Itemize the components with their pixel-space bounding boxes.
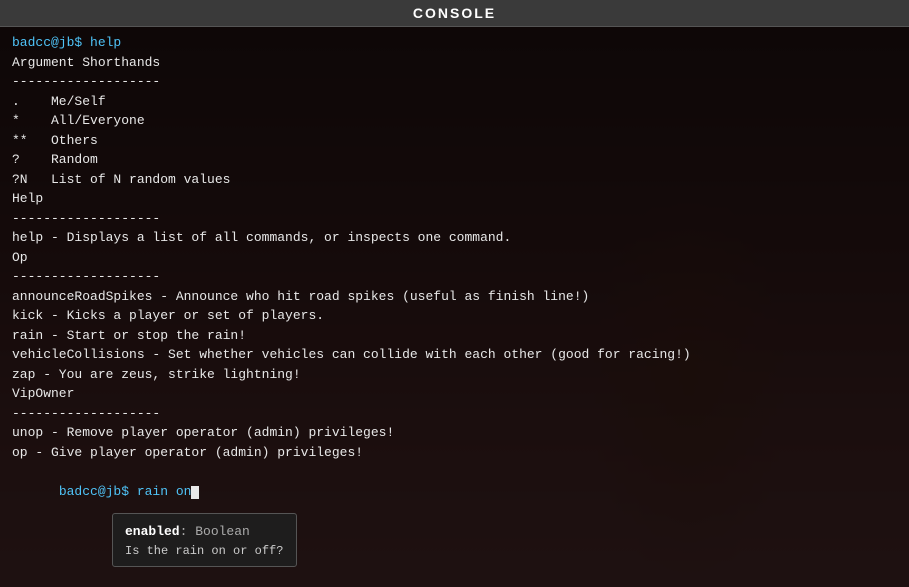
prompt-input: rain on xyxy=(137,484,192,499)
console-body[interactable]: badcc@jb$ helpArgument Shorthands-------… xyxy=(0,27,909,587)
console-output: badcc@jb$ helpArgument Shorthands-------… xyxy=(12,33,897,462)
console-line: ** Others xyxy=(12,131,897,151)
console-line: Help xyxy=(12,189,897,209)
console-line: . Me/Self xyxy=(12,92,897,112)
console-line: ------------------- xyxy=(12,404,897,424)
console-line: ------------------- xyxy=(12,267,897,287)
console-line: kick - Kicks a player or set of players. xyxy=(12,306,897,326)
console-line: * All/Everyone xyxy=(12,111,897,131)
console-line: unop - Remove player operator (admin) pr… xyxy=(12,423,897,443)
autocomplete-tooltip: enabled: Boolean Is the rain on or off? xyxy=(112,513,297,567)
console-titlebar: CONSOLE xyxy=(0,0,909,27)
tooltip-param-type: Boolean xyxy=(195,524,250,539)
tooltip-param-separator: : xyxy=(180,524,196,539)
console-line: badcc@jb$ help xyxy=(12,33,897,53)
tooltip-param-line: enabled: Boolean xyxy=(125,522,284,540)
tooltip-param-name: enabled xyxy=(125,524,180,539)
console-line: ------------------- xyxy=(12,72,897,92)
tooltip-description: Is the rain on or off? xyxy=(125,544,284,558)
console-window: CONSOLE badcc@jb$ helpArgument Shorthand… xyxy=(0,0,909,587)
console-line: ?N List of N random values xyxy=(12,170,897,190)
console-line: VipOwner xyxy=(12,384,897,404)
console-line: rain - Start or stop the rain! xyxy=(12,326,897,346)
console-line: ------------------- xyxy=(12,209,897,229)
console-line: zap - You are zeus, strike lightning! xyxy=(12,365,897,385)
console-line: Op xyxy=(12,248,897,268)
console-line: help - Displays a list of all commands, … xyxy=(12,228,897,248)
current-prompt-line: badcc@jb$ rain on xyxy=(12,462,897,521)
prompt-prefix: badcc@jb$ xyxy=(59,484,137,499)
console-title: CONSOLE xyxy=(413,5,496,21)
cursor xyxy=(191,486,199,499)
console-line: op - Give player operator (admin) privil… xyxy=(12,443,897,463)
console-line: Argument Shorthands xyxy=(12,53,897,73)
console-line: vehicleCollisions - Set whether vehicles… xyxy=(12,345,897,365)
console-line: ? Random xyxy=(12,150,897,170)
console-line: announceRoadSpikes - Announce who hit ro… xyxy=(12,287,897,307)
